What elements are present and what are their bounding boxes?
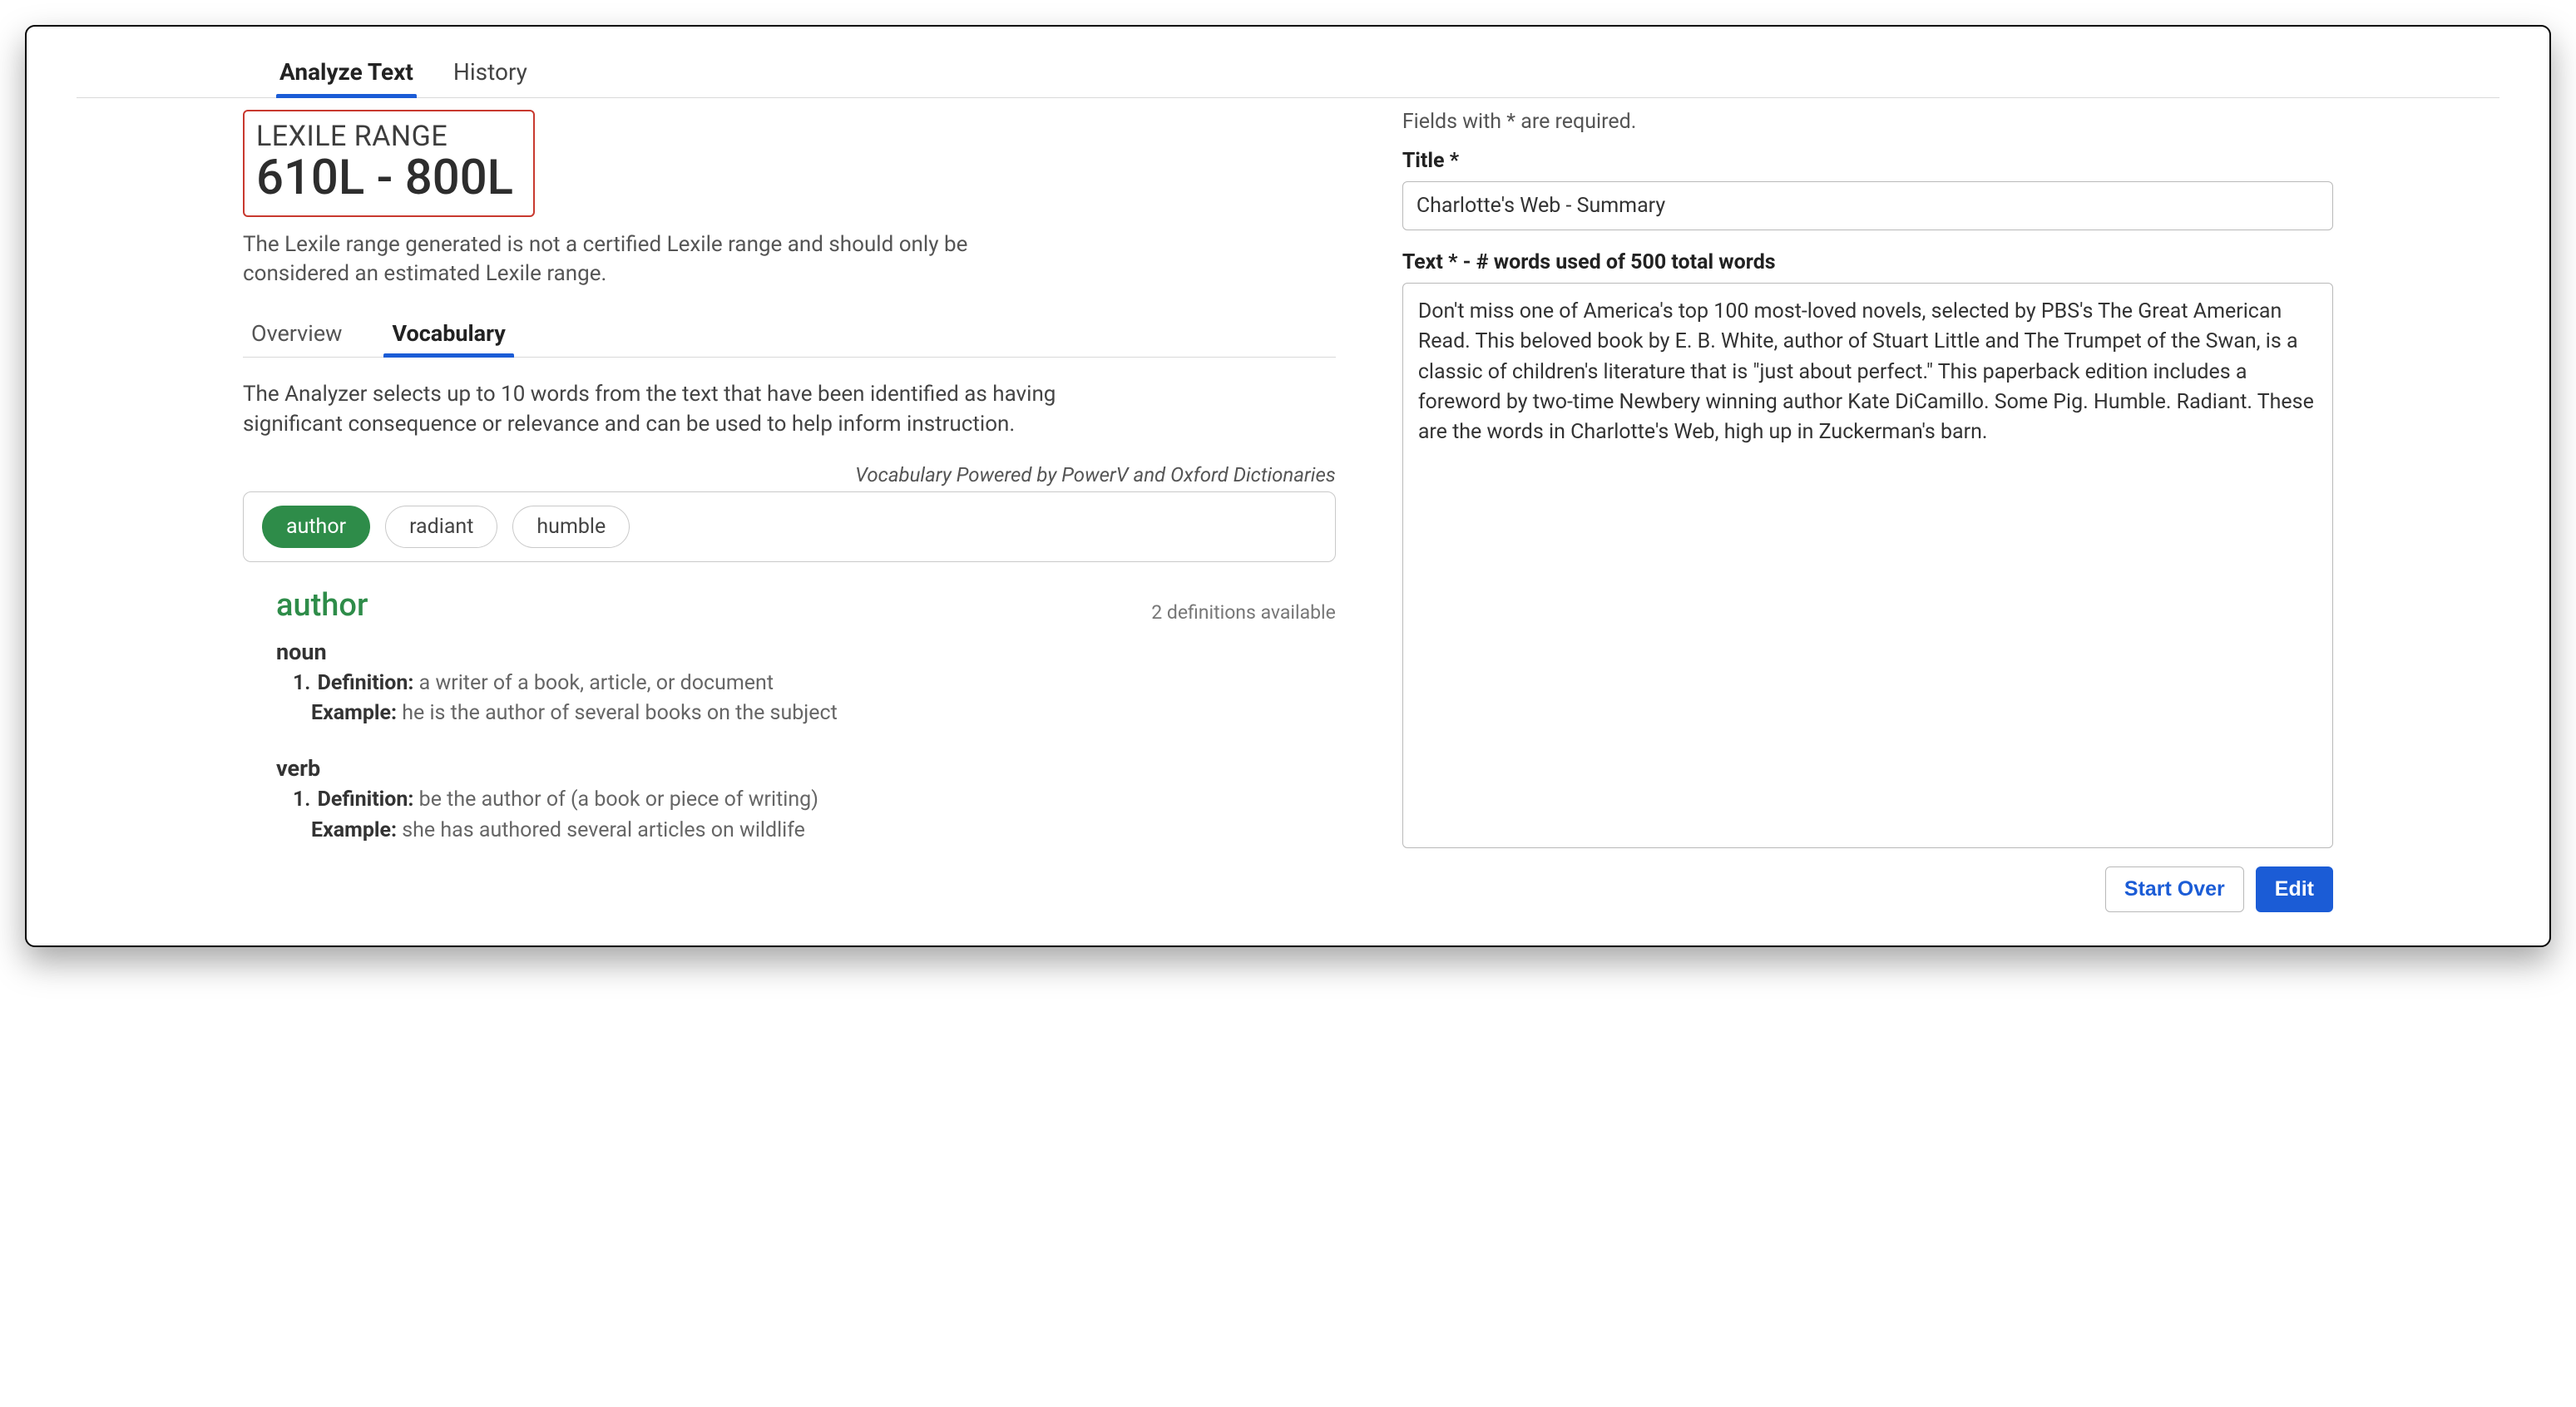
definition-text: be the author of (a book or piece of wri… (419, 787, 818, 812)
vocab-word-chips: author radiant humble (243, 491, 1336, 562)
definition-number: 1. (293, 671, 310, 695)
chip-radiant[interactable]: radiant (385, 506, 497, 548)
title-input[interactable] (1402, 181, 2333, 230)
definition-item: 1. Definition: be the author of (a book … (293, 785, 1336, 846)
definition-verb-block: verb 1. Definition: be the author of (a … (276, 755, 1336, 846)
app-frame: Analyze Text History LEXILE RANGE 610L -… (25, 25, 2551, 947)
tab-vocabulary[interactable]: Vocabulary (383, 313, 513, 357)
left-column: LEXILE RANGE 610L - 800L The Lexile rang… (243, 110, 1336, 912)
definition-noun-block: noun 1. Definition: a writer of a book, … (276, 639, 1336, 729)
lexile-range-label: LEXILE RANGE (256, 120, 513, 153)
start-over-button[interactable]: Start Over (2105, 866, 2244, 912)
example-text: he is the author of several books on the… (402, 701, 838, 725)
text-field-label: Text * - # words used of 500 total words (1402, 250, 2333, 274)
tab-overview[interactable]: Overview (243, 313, 350, 357)
example-label: Example: (311, 818, 397, 842)
pos-label-noun: noun (276, 639, 1336, 665)
chip-humble[interactable]: humble (512, 506, 630, 548)
tab-analyze-text[interactable]: Analyze Text (276, 50, 417, 97)
definition-label: Definition: (318, 787, 414, 812)
primary-tabs: Analyze Text History (77, 50, 2499, 98)
right-column: Fields with * are required. Title * Text… (1402, 110, 2333, 912)
lexile-disclaimer: The Lexile range generated is not a cert… (243, 230, 1008, 289)
required-fields-note: Fields with * are required. (1402, 110, 2333, 134)
tab-history[interactable]: History (450, 50, 531, 97)
definition-text: a writer of a book, article, or document (419, 671, 774, 695)
selected-word-heading: author (276, 587, 368, 624)
definition-item: 1. Definition: a writer of a book, artic… (293, 669, 1336, 729)
action-buttons-row: Start Over Edit (1402, 866, 2333, 912)
definition-number: 1. (293, 787, 310, 812)
example-text: she has authored several articles on wil… (402, 818, 805, 842)
secondary-tabs: Overview Vocabulary (243, 313, 1336, 358)
analyzer-description: The Analyzer selects up to 10 words from… (243, 379, 1058, 440)
powered-by-text: Vocabulary Powered by PowerV and Oxford … (243, 463, 1336, 486)
lexile-range-box: LEXILE RANGE 610L - 800L (243, 110, 535, 217)
pos-label-verb: verb (276, 755, 1336, 782)
text-input-area[interactable] (1402, 283, 2333, 848)
title-field-label: Title * (1402, 149, 2333, 173)
chip-author[interactable]: author (262, 506, 370, 548)
definition-count: 2 definitions available (1151, 601, 1336, 624)
example-label: Example: (311, 701, 397, 725)
definition-header: author 2 definitions available (276, 587, 1336, 624)
edit-button[interactable]: Edit (2256, 866, 2333, 912)
lexile-range-value: 610L - 800L (256, 153, 513, 204)
definition-label: Definition: (318, 671, 414, 695)
